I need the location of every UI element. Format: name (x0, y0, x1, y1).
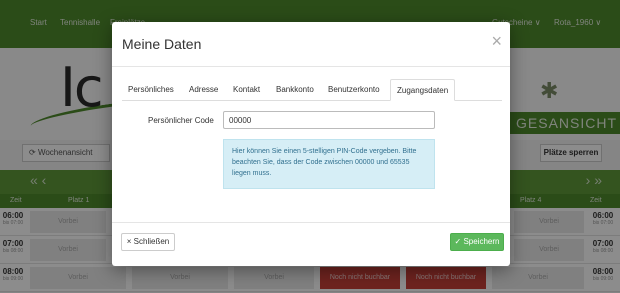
close-button[interactable]: × Schließen (121, 233, 175, 251)
tab-bankkonto[interactable]: Bankkonto (270, 79, 320, 101)
modal-footer-divider (112, 222, 510, 223)
tab-zugangsdaten[interactable]: Zugangsdaten (390, 79, 456, 101)
tab-benutzerkonto[interactable]: Benutzerkonto (322, 79, 386, 101)
tab-adresse[interactable]: Adresse (183, 79, 224, 101)
my-data-modal: Meine Daten × Persönliches Adresse Konta… (112, 22, 510, 266)
modal-title: Meine Daten (122, 36, 202, 52)
save-button[interactable]: ✓ Speichern (450, 233, 504, 251)
pin-info-alert: Hier können Sie einen 5-stelligen PIN-Co… (223, 139, 435, 189)
tab-persoenliches[interactable]: Persönliches (122, 79, 180, 101)
tab-kontakt[interactable]: Kontakt (227, 79, 266, 101)
personal-code-input[interactable] (223, 111, 435, 129)
personal-code-label: Persönlicher Code (148, 116, 214, 125)
close-icon[interactable]: × (491, 32, 502, 50)
modal-tabs: Persönliches Adresse Kontakt Bankkonto B… (122, 79, 502, 101)
modal-header-divider (112, 66, 510, 67)
